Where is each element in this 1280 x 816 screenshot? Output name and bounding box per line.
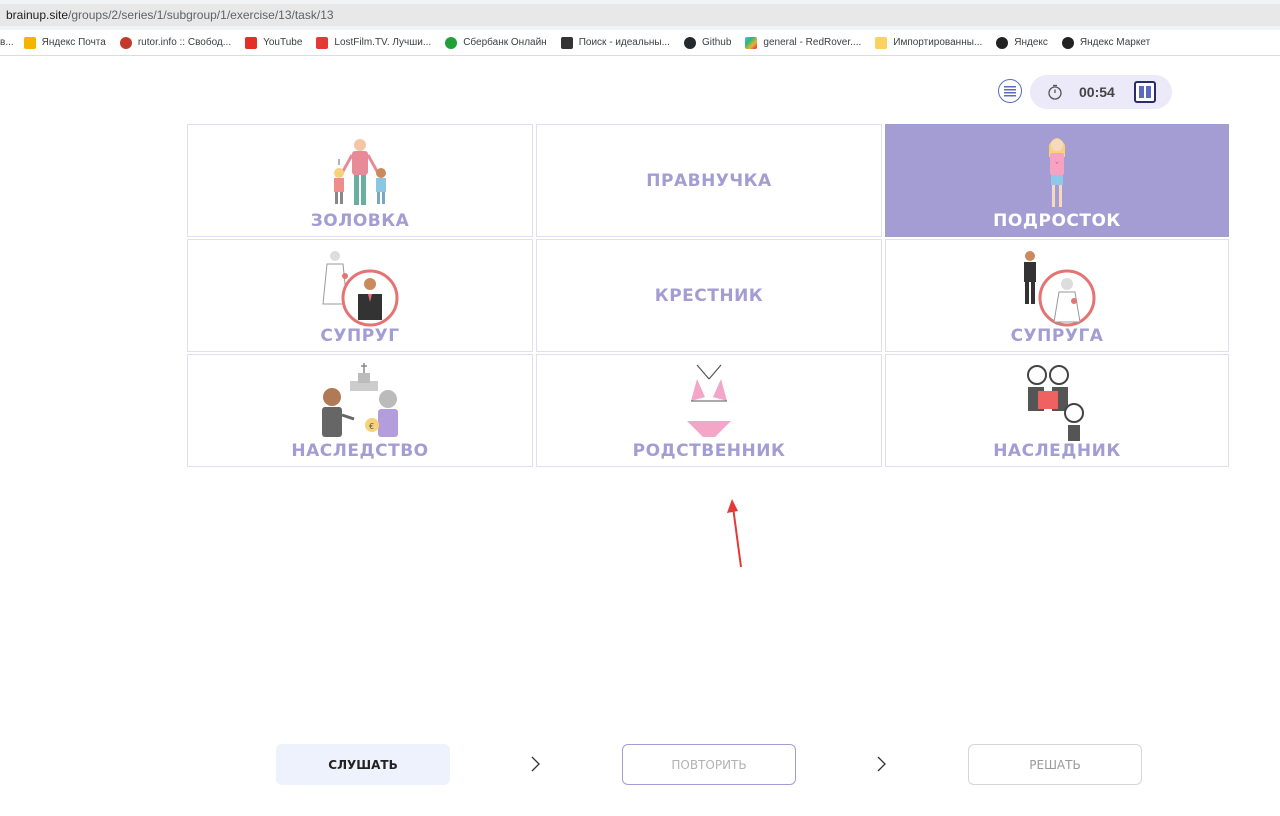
bookmark-item[interactable]: Яндекс Маркет: [1061, 36, 1151, 49]
youtube-icon: [245, 36, 258, 49]
word-card-label: НАСЛЕДСТВО: [291, 441, 429, 461]
url-path: /groups/2/series/1/subgroup/1/exercise/1…: [68, 8, 334, 22]
bookmark-label: Github: [701, 37, 732, 48]
bookmark-label: LostFilm.TV. Лучши...: [334, 37, 432, 48]
word-card-label: ЗОЛОВКА: [310, 211, 410, 231]
groom-icon: [322, 251, 399, 327]
bookmark-label: Яндекс Маркет: [1079, 37, 1151, 48]
bookmark-item[interactable]: Поиск - идеальны...: [560, 36, 670, 49]
lostfilm-icon: [316, 36, 329, 49]
bookmark-label: Яндекс Почта: [41, 37, 106, 48]
heir-icon: [1027, 365, 1084, 441]
bookmark-item[interactable]: rutor.info :: Свобод...: [119, 36, 232, 49]
bookmarks-bar: в... Яндекс Почта rutor.info :: Свобод..…: [0, 30, 1280, 56]
word-card-label: ПРАВНУЧКА: [646, 170, 772, 191]
word-card-8[interactable]: НАСЛЕДНИК: [885, 354, 1229, 467]
bookmark-label: YouTube: [263, 37, 303, 48]
word-card-2[interactable]: ПОДРОСТОК: [885, 124, 1229, 237]
inheritance-icon: €: [322, 363, 398, 437]
bookmark-label: rutor.info :: Свобод...: [137, 37, 232, 48]
pause-icon: [1146, 86, 1151, 98]
word-card-4[interactable]: КРЕСТНИК: [536, 239, 882, 352]
pause-icon: [1139, 86, 1144, 98]
repeat-button[interactable]: ПОВТОРИТЬ: [622, 744, 796, 785]
word-card-label: КРЕСТНИК: [654, 285, 764, 306]
rutor-icon: [119, 36, 132, 49]
bookmark-label: Импортированны...: [893, 37, 983, 48]
bookmark-item[interactable]: Яндекс: [996, 36, 1048, 49]
globe-icon: [1061, 36, 1074, 49]
bookmark-item[interactable]: Github: [683, 36, 732, 49]
bookmark-item[interactable]: Яндекс Почта: [23, 36, 106, 49]
word-card-label: СУПРУГ: [320, 326, 400, 346]
word-card-label: ПОДРОСТОК: [993, 211, 1121, 231]
bookmark-item[interactable]: Импортированны...: [875, 36, 983, 49]
address-bar: brainup.site/groups/2/series/1/subgroup/…: [0, 0, 1280, 30]
list-icon: [1004, 86, 1016, 97]
word-card-1[interactable]: ПРАВНУЧКА: [536, 124, 882, 237]
bride-icon: [1024, 251, 1096, 327]
family-icon: [334, 139, 386, 205]
word-card-3[interactable]: СУПРУГ: [187, 239, 533, 352]
word-card-5[interactable]: СУПРУГА: [885, 239, 1229, 352]
pause-button[interactable]: [1134, 81, 1156, 103]
teen-girl-icon: [1049, 138, 1065, 207]
word-card-label: СУПРУГА: [1010, 326, 1104, 346]
url-host: brainup.site: [6, 8, 69, 22]
globe-icon: [996, 36, 1009, 49]
word-card-label: НАСЛЕДНИК: [993, 441, 1121, 461]
word-card-0[interactable]: ЗОЛОВКА: [187, 124, 533, 237]
bookmark-label: Поиск - идеальны...: [578, 37, 670, 48]
bookmark-item[interactable]: general - RedRover....: [745, 36, 862, 49]
bookmark-item[interactable]: LostFilm.TV. Лучши...: [316, 36, 432, 49]
svg-text:€: €: [369, 422, 374, 431]
timer-value: 00:54: [1079, 84, 1115, 100]
bookmark-label: Яндекс: [1014, 37, 1048, 48]
github-icon: [683, 36, 696, 49]
word-card-6[interactable]: € НАСЛЕДСТВО: [187, 354, 533, 467]
mail-icon: [23, 36, 36, 49]
bookmark-label: в...: [0, 37, 14, 48]
slack-icon: [745, 36, 758, 49]
menu-button[interactable]: [998, 79, 1022, 103]
bookmark-item[interactable]: Сбербанк Онлайн: [445, 36, 547, 49]
word-card-7[interactable]: РОДСТВЕННИК: [536, 354, 882, 467]
stopwatch-icon: [1048, 84, 1062, 100]
bookmark-label: general - RedRover....: [763, 37, 862, 48]
bookmark-item[interactable]: в...: [0, 37, 14, 48]
bookmark-label: Сбербанк Онлайн: [463, 37, 547, 48]
chevron-right-icon: [877, 756, 886, 772]
swimsuit-icon: [687, 364, 731, 437]
word-card-label: РОДСТВЕННИК: [632, 441, 786, 461]
sberbank-icon: [445, 36, 458, 49]
listen-button[interactable]: СЛУШАТЬ: [276, 744, 450, 785]
film-icon: [560, 36, 573, 49]
folder-icon: [875, 36, 888, 49]
bookmark-item[interactable]: YouTube: [245, 36, 303, 49]
url-field[interactable]: brainup.site/groups/2/series/1/subgroup/…: [0, 4, 1280, 26]
annotation-arrow: [727, 499, 742, 568]
solve-button[interactable]: РЕШАТЬ: [968, 744, 1142, 785]
chevron-right-icon: [531, 756, 540, 772]
